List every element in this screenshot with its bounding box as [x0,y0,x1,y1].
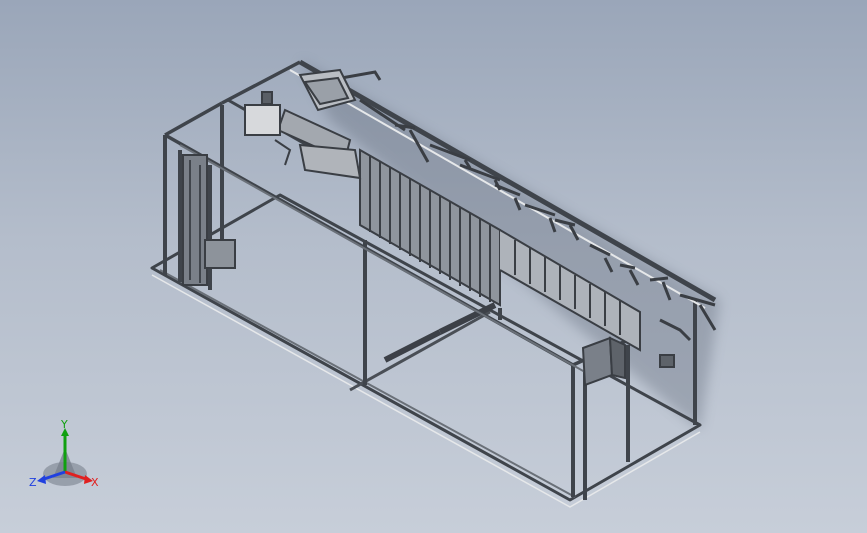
axis-triad: Y X Z [29,420,99,489]
x-axis-label: X [91,476,99,489]
y-axis-label: Y [60,420,68,431]
machine-frame-model[interactable] [0,0,867,533]
z-axis-label: Z [29,476,37,489]
3d-viewport[interactable]: Y X Z [0,0,867,533]
